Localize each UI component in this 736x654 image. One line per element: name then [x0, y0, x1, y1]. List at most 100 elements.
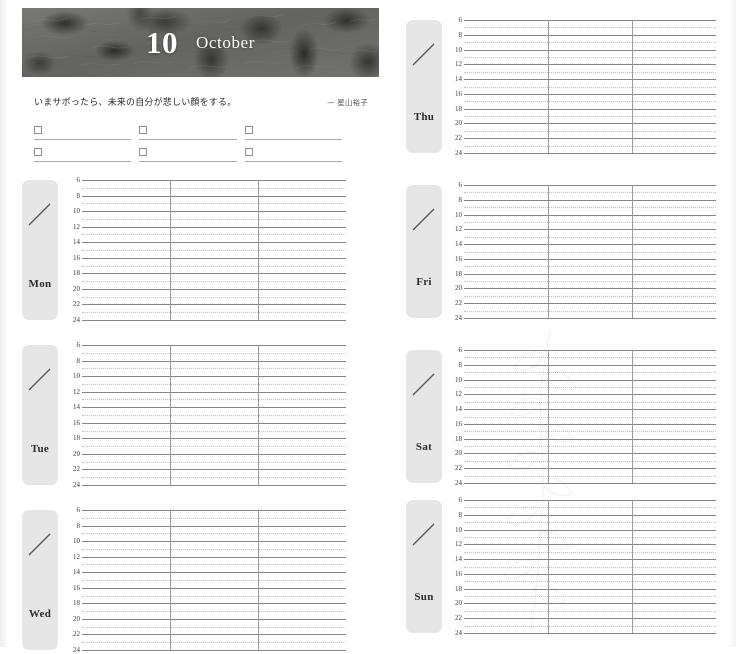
todo-input[interactable] — [46, 146, 131, 160]
half-hour-line — [82, 368, 346, 370]
time-grid[interactable] — [464, 500, 716, 634]
half-hour-line — [82, 595, 346, 597]
todo-input[interactable] — [151, 146, 236, 160]
todo-item[interactable] — [139, 146, 237, 162]
half-hour-line — [464, 431, 716, 433]
hour-label: 8 — [76, 521, 81, 530]
time-grid[interactable] — [464, 185, 716, 319]
time-grid[interactable] — [464, 350, 716, 484]
todo-input[interactable] — [151, 124, 236, 138]
hour-line — [464, 318, 716, 319]
todo-item[interactable] — [244, 124, 342, 140]
time-grid[interactable] — [464, 20, 716, 154]
checkbox-icon[interactable] — [34, 126, 42, 134]
hour-label: 10 — [455, 210, 462, 219]
day-name-label: Tue — [30, 443, 50, 455]
half-hour-line — [82, 461, 346, 463]
half-hour-line — [464, 416, 716, 418]
half-hour-line — [464, 207, 716, 209]
day-tab-mon[interactable]: Mon — [22, 180, 58, 320]
todo-item[interactable] — [34, 146, 132, 162]
hour-label: 12 — [455, 540, 462, 549]
day-block-sun: Sun 6 8 10 12 14 16 18 20 22 24 — [406, 497, 720, 637]
half-hour-line — [82, 399, 346, 401]
todo-item[interactable] — [244, 146, 342, 162]
hour-label: 18 — [455, 584, 462, 593]
day-tab-sat[interactable]: Sat — [406, 350, 442, 483]
hour-line — [464, 214, 716, 216]
day-tab-wed[interactable]: Wed — [22, 510, 58, 650]
column-divider — [548, 185, 549, 318]
diagonal-slash-date-line-icon[interactable] — [27, 202, 52, 227]
hour-label: 6 — [458, 16, 463, 24]
diagonal-slash-date-line-icon[interactable] — [411, 207, 436, 232]
half-hour-line — [464, 401, 716, 403]
date-value-fri[interactable] — [408, 193, 422, 207]
column-divider — [170, 345, 171, 485]
day-tab-tue[interactable]: Tue — [22, 345, 58, 485]
hour-line — [464, 229, 716, 231]
checkbox-icon[interactable] — [244, 148, 253, 156]
day-name-label: Mon — [28, 278, 52, 290]
column-divider — [632, 20, 633, 153]
diagonal-slash-date-line-icon[interactable] — [411, 372, 436, 397]
hour-line — [464, 153, 716, 154]
hour-label-column: 6 8 10 12 14 16 18 20 22 24 — [66, 507, 81, 654]
time-grid[interactable] — [82, 180, 346, 321]
column-divider — [548, 350, 549, 483]
hour-line — [464, 633, 716, 634]
checkbox-icon[interactable] — [139, 126, 148, 134]
date-value-sun[interactable] — [408, 508, 422, 522]
diagonal-slash-date-line-icon[interactable] — [27, 367, 52, 392]
hour-line — [464, 288, 716, 290]
hour-line — [82, 304, 346, 306]
todo-item[interactable] — [139, 124, 237, 140]
checkbox-icon[interactable] — [139, 148, 148, 156]
date-value-sat[interactable] — [408, 358, 422, 372]
todo-input[interactable] — [46, 124, 131, 138]
time-grid[interactable] — [82, 510, 346, 651]
diagonal-slash-date-line-icon[interactable] — [27, 532, 52, 557]
half-hour-line — [82, 533, 346, 535]
half-hour-line — [464, 357, 716, 359]
half-hour-line — [82, 430, 346, 432]
hour-label: 20 — [73, 284, 80, 293]
hour-line — [464, 244, 716, 246]
day-block-fri: Fri 6 8 10 12 14 16 18 20 22 24 — [406, 182, 720, 322]
hour-line — [464, 93, 716, 95]
hour-label: 18 — [73, 599, 80, 608]
half-hour-line — [82, 517, 346, 519]
date-value-tue[interactable] — [24, 353, 38, 367]
date-value-thu[interactable] — [408, 28, 422, 42]
half-hour-line — [464, 372, 716, 374]
checkbox-icon[interactable] — [244, 126, 253, 134]
todo-input[interactable] — [257, 146, 342, 160]
hour-line — [82, 360, 346, 362]
day-name-label: Thu — [413, 111, 435, 123]
hour-line — [464, 364, 716, 366]
diagonal-slash-date-line-icon[interactable] — [411, 522, 436, 547]
day-tab-sun[interactable]: Sun — [406, 500, 442, 633]
date-value-wed[interactable] — [24, 518, 38, 532]
hour-label: 20 — [455, 284, 462, 293]
column-divider — [170, 510, 171, 650]
hour-label: 22 — [455, 134, 462, 143]
hour-line — [464, 303, 716, 305]
half-hour-line — [464, 551, 716, 553]
day-tab-fri[interactable]: Fri — [406, 185, 442, 318]
hour-line — [464, 108, 716, 110]
half-hour-line — [464, 281, 716, 283]
todo-item[interactable] — [34, 124, 132, 140]
checkbox-icon[interactable] — [34, 148, 42, 156]
diagonal-slash-date-line-icon[interactable] — [411, 42, 436, 67]
half-hour-line — [82, 250, 346, 251]
hour-line — [464, 588, 716, 590]
time-grid[interactable] — [82, 345, 346, 486]
page-outer-edge — [728, 0, 736, 647]
day-tab-thu[interactable]: Thu — [406, 20, 442, 153]
todo-input[interactable] — [257, 124, 342, 138]
hour-label: 10 — [73, 372, 80, 381]
date-value-mon[interactable] — [24, 188, 38, 202]
hour-label: 14 — [455, 405, 462, 414]
hour-line — [464, 123, 716, 125]
